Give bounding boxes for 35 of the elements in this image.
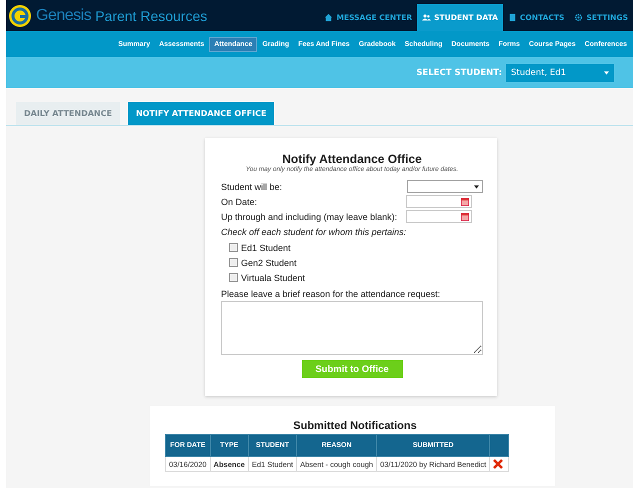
tab[interactable]: DAILY ATTENDANCE — [16, 102, 120, 125]
logo-icon — [8, 4, 32, 28]
brand-name: Genesis — [36, 6, 92, 24]
select-student-label: SELECT STUDENT: — [416, 68, 502, 78]
column-header — [490, 434, 509, 456]
caret-icon — [604, 70, 609, 74]
checkbox-label: Virtuala Student — [241, 272, 305, 282]
app-title: Parent Resources — [95, 8, 208, 24]
student-dropdown[interactable]: Student, Ed1 — [506, 64, 614, 82]
home-icon — [324, 13, 334, 22]
calendar-icon — [461, 212, 469, 220]
select-field[interactable] — [407, 180, 483, 193]
notifications-title: Submitted Notifications — [292, 420, 418, 432]
checkbox-label: Gen2 Student — [241, 258, 297, 268]
book-icon — [508, 13, 517, 22]
caret-icon — [474, 185, 479, 189]
form-title: Notify Attendance Office — [281, 152, 423, 166]
checkbox[interactable] — [229, 258, 238, 267]
delete-icon[interactable] — [493, 459, 504, 469]
field-label: Student will be: — [221, 182, 282, 192]
reason-field[interactable] — [221, 301, 483, 355]
field-label: On Date: — [221, 196, 258, 206]
students-prompt: Check off each student for whom this pertains: — [221, 227, 408, 237]
date-field[interactable] — [406, 210, 472, 223]
checkbox[interactable] — [229, 243, 238, 252]
checkbox-label: Ed1 Student — [241, 242, 291, 252]
reason-label: Please leave a brief reason for the attendance request: — [221, 289, 442, 299]
tab[interactable]: NOTIFY ATTENDANCE OFFICE — [128, 102, 274, 125]
gear-icon — [574, 13, 584, 22]
field-label: Up through and including (may leave blank): — [221, 212, 398, 222]
submit-button[interactable]: Submit to Office — [302, 360, 402, 378]
checkbox[interactable] — [229, 273, 238, 282]
date-field[interactable] — [406, 195, 472, 208]
people-icon — [422, 13, 432, 22]
calendar-icon — [461, 198, 469, 206]
